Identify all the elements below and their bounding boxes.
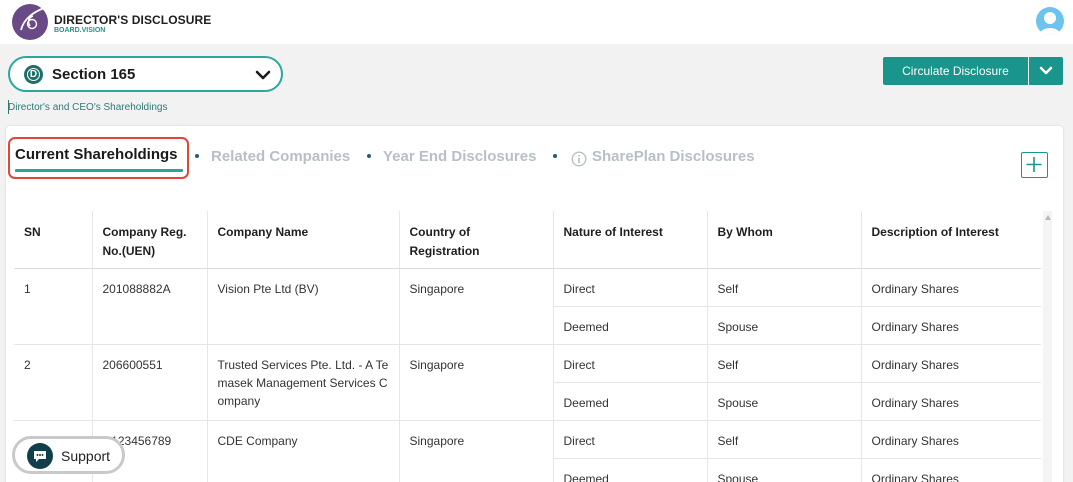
chevron-down-icon [1039,66,1053,75]
tab-year-end-disclosures[interactable]: Year End Disclosures [383,148,536,165]
user-avatar-icon[interactable] [1036,7,1064,35]
chat-icon [27,443,53,469]
column-header: Company Reg. No.(UEN) [92,211,208,269]
cell-description: Ordinary Shares [861,344,1041,383]
chevron-down-icon [255,70,271,80]
support-button[interactable]: Support [12,436,125,474]
column-header: Nature of Interest [553,211,708,269]
cell-nature: Direct [553,420,708,459]
table-scrollbar[interactable] [1043,211,1052,482]
section-badge-icon: D [24,65,43,84]
cell-description: Ordinary Shares [861,268,1041,307]
tab-label[interactable]: Current Shareholdings [15,146,178,163]
cell-description: Ordinary Shares [861,458,1041,482]
support-label: Support [61,448,111,464]
scroll-up-icon[interactable] [1045,215,1051,220]
cell-by-whom: Self [707,268,862,307]
cell-by-whom: Spouse [707,306,862,345]
cell-company-name: Trusted Services Pte. Ltd. - A Temasek M… [207,344,400,421]
tab-shareplan-disclosures[interactable]: SharePlan Disclosures [592,148,755,165]
section-selector[interactable]: D Section 165 [8,56,283,92]
tab-separator-dot [367,154,371,158]
cell-uen: 206600551 [92,344,208,421]
add-button[interactable] [1021,152,1048,178]
column-header: Description of Interest [861,211,1041,269]
cell-country: Singapore [399,420,554,482]
cell-nature: Direct [553,268,708,307]
cell-by-whom: Spouse [707,382,862,421]
cell-company-name: CDE Company [207,420,400,482]
cell-uen: 201088882A [92,268,208,345]
plus-icon [1026,157,1042,172]
cell-sn: 1 [14,268,93,345]
app-logo-icon [12,4,48,40]
cell-company-name: Vision Pte Ltd (BV) [207,268,400,345]
table-row[interactable]: 3 C123456789 CDE Company Singapore Direc… [14,420,1041,482]
tab-related-companies[interactable]: Related Companies [211,148,350,165]
tab-separator-dot [195,154,199,158]
cell-sn: 2 [14,344,93,421]
cell-by-whom: Self [707,420,862,459]
table-header-row: SN Company Reg. No.(UEN) Company Name Co… [14,211,1041,269]
app-subtitle: BOARD.VISION [54,27,106,34]
column-header: By Whom [707,211,862,269]
shareholdings-table: SN Company Reg. No.(UEN) Company Name Co… [14,211,1041,482]
cell-nature: Deemed [553,458,708,482]
cell-country: Singapore [399,344,554,421]
section-label: Section 165 [52,66,136,83]
cell-nature: Deemed [553,382,708,421]
app-header: DIRECTOR'S DISCLOSURE BOARD.VISION [0,0,1073,44]
cell-description: Ordinary Shares [861,420,1041,459]
cell-nature: Deemed [553,306,708,345]
circulate-options-button[interactable] [1029,57,1063,85]
cell-by-whom: Spouse [707,458,862,482]
info-icon [571,151,587,167]
app-title: DIRECTOR'S DISCLOSURE [54,13,212,27]
breadcrumb[interactable]: Director's and CEO's Shareholdings [8,100,167,114]
cell-description: Ordinary Shares [861,306,1041,345]
column-header: Country of Registration [399,211,554,269]
cell-description: Ordinary Shares [861,382,1041,421]
table-row[interactable]: 1 201088882A Vision Pte Ltd (BV) Singapo… [14,268,1041,345]
table-row[interactable]: 2 206600551 Trusted Services Pte. Ltd. -… [14,344,1041,421]
cell-nature: Direct [553,344,708,383]
active-tab-indicator [15,169,183,172]
column-header: Company Name [207,211,400,269]
cell-by-whom: Self [707,344,862,383]
tab-separator-dot [553,154,557,158]
column-header: SN [14,211,93,269]
cell-country: Singapore [399,268,554,345]
circulate-disclosure-button[interactable]: Circulate Disclosure [883,57,1028,85]
